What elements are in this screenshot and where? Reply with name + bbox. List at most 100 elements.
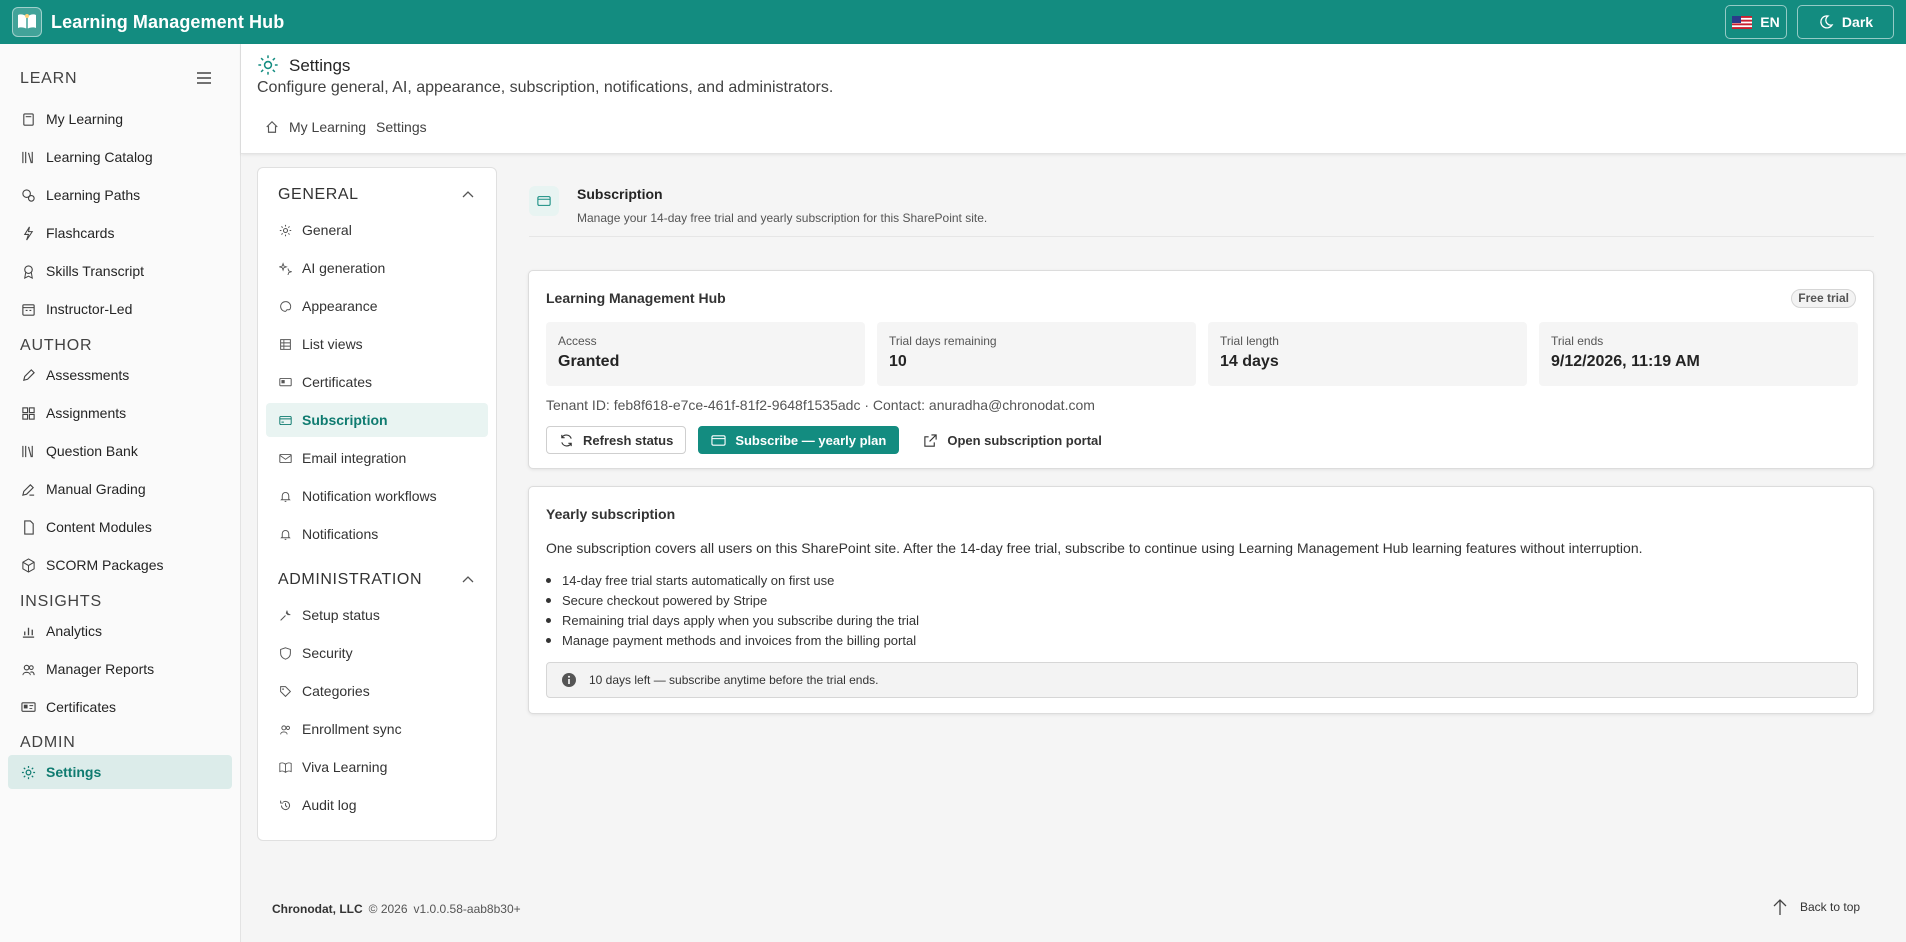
table-icon (280, 338, 291, 350)
path-icon (22, 188, 35, 202)
settings-item-general[interactable]: General (266, 213, 488, 247)
feature-list: 14-day free trial starts automatically o… (546, 570, 919, 650)
settings-item-security[interactable]: Security (266, 636, 488, 670)
footer-copyright: © 2026 (368, 902, 408, 916)
sidebar-item-certificates[interactable]: Certificates (8, 690, 232, 724)
settings-item-enrollment-sync[interactable]: Enrollment sync (266, 712, 488, 746)
page-title: Settings (289, 56, 351, 75)
credit-card-icon (711, 434, 726, 446)
app-title: Learning Management Hub (51, 11, 285, 32)
subscription-subtitle: Manage your 14-day free trial and yearly… (577, 211, 988, 225)
package-icon (22, 557, 35, 573)
document-icon (24, 519, 34, 535)
sidebar-item-learning-catalog[interactable]: Learning Catalog (8, 140, 232, 174)
app-logo-icon (12, 7, 42, 37)
stat-trial-days-remaining: Trial days remaining 10 (877, 322, 1196, 386)
list-item: 14-day free trial starts automatically o… (546, 570, 919, 590)
sidebar-item-analytics[interactable]: Analytics (8, 614, 232, 648)
subscribe-yearly-button[interactable]: Subscribe — yearly plan (698, 426, 900, 454)
sidebar-item-scorm-packages[interactable]: SCORM Packages (8, 548, 232, 582)
people-icon (22, 664, 35, 675)
subscription-header-icon (529, 186, 559, 216)
library-icon (22, 445, 33, 457)
gear-icon (258, 55, 278, 75)
footer: Chronodat, LLC © 2026 v1.0.0.58-aab8b30+ (272, 902, 521, 916)
credit-card-icon (279, 415, 292, 425)
settings-item-notifications[interactable]: Notifications (266, 517, 488, 551)
breadcrumb-my-learning[interactable]: My Learning (289, 119, 366, 135)
chevron-up-icon[interactable] (462, 190, 474, 198)
gear-icon (279, 224, 292, 236)
sidebar-item-manual-grading[interactable]: Manual Grading (8, 472, 232, 506)
settings-item-subscription[interactable]: Subscription (266, 403, 488, 437)
sidebar-item-assignments[interactable]: Assignments (8, 396, 232, 430)
open-subscription-portal-button[interactable]: Open subscription portal (911, 426, 1114, 454)
flash-icon (23, 226, 34, 240)
trial-info-message: 10 days left — subscribe anytime before … (546, 662, 1858, 698)
settings-item-viva-learning[interactable]: Viva Learning (266, 750, 488, 784)
hamburger-menu-icon[interactable] (196, 71, 212, 85)
book-icon (23, 112, 34, 126)
settings-item-setup-status[interactable]: Setup status (266, 598, 488, 632)
credit-card-icon (537, 196, 551, 206)
history-icon (280, 800, 291, 810)
wrench-icon (280, 609, 291, 621)
bell-icon (280, 491, 291, 502)
settings-item-ai-generation[interactable]: AI generation (266, 251, 488, 285)
administration-section-header[interactable]: ADMINISTRATION (278, 571, 422, 589)
page-subtitle: Configure general, AI, appearance, subsc… (257, 79, 834, 96)
subscription-title: Subscription (577, 186, 663, 202)
theme-label: Dark (1841, 14, 1874, 30)
settings-item-audit-log[interactable]: Audit log (266, 788, 488, 822)
list-item: Remaining trial days apply when you subs… (546, 610, 919, 630)
gear-icon (21, 765, 36, 779)
yearly-subscription-card: Yearly subscription One subscription cov… (528, 486, 1874, 714)
chevron-up-icon[interactable] (462, 575, 474, 583)
general-section-header[interactable]: GENERAL (278, 186, 359, 204)
stat-access: Access Granted (546, 322, 865, 386)
certificate-icon (279, 377, 292, 386)
language-label: EN (1760, 14, 1780, 30)
chart-icon (22, 627, 35, 638)
tenant-info: Tenant ID: feb8f618-e7ce-461f-81f2-9648f… (546, 397, 1095, 413)
open-book-icon (279, 761, 292, 773)
settings-item-categories[interactable]: Categories (266, 674, 488, 708)
home-icon[interactable] (265, 120, 279, 134)
settings-item-appearance[interactable]: Appearance (266, 289, 488, 323)
people-icon (280, 724, 291, 734)
library-icon (22, 151, 33, 163)
sidebar-item-my-learning[interactable]: My Learning (8, 102, 232, 136)
settings-item-list-views[interactable]: List views (266, 327, 488, 361)
mail-icon (279, 453, 292, 463)
ribbon-icon (24, 264, 33, 279)
shield-icon (280, 646, 291, 660)
sidebar-item-content-modules[interactable]: Content Modules (8, 510, 232, 544)
sidebar-item-skills-transcript[interactable]: Skills Transcript (8, 254, 232, 288)
external-link-icon (924, 433, 938, 447)
sidebar-item-manager-reports[interactable]: Manager Reports (8, 652, 232, 686)
footer-company: Chronodat, LLC (272, 902, 363, 916)
sidebar-item-question-bank[interactable]: Question Bank (8, 434, 232, 468)
grading-icon (22, 483, 35, 496)
sidebar-item-assessments[interactable]: Assessments (8, 358, 232, 392)
us-flag-icon (1732, 15, 1753, 29)
sidebar-item-settings[interactable]: Settings (8, 755, 232, 789)
settings-menu: GENERAL General AI generation Appearance… (257, 167, 497, 841)
calendar-icon (22, 303, 35, 316)
sidebar-item-instructor-led[interactable]: Instructor-Led (8, 292, 232, 326)
breadcrumb: My Learning Settings (265, 119, 427, 135)
settings-item-notification-workflows[interactable]: Notification workflows (266, 479, 488, 513)
refresh-status-button[interactable]: Refresh status (546, 426, 687, 454)
stat-trial-ends: Trial ends 9/12/2026, 11:19 AM (1539, 322, 1858, 386)
sidebar-section-author: AUTHOR (20, 337, 93, 354)
back-to-top-button[interactable]: Back to top (1772, 898, 1860, 916)
yearly-card-description: One subscription covers all users on thi… (546, 540, 1643, 556)
sidebar-item-flashcards[interactable]: Flashcards (8, 216, 232, 250)
subscription-actions: Refresh status Subscribe — yearly plan O… (546, 426, 1114, 454)
sidebar-item-learning-paths[interactable]: Learning Paths (8, 178, 232, 212)
settings-item-email-integration[interactable]: Email integration (266, 441, 488, 475)
settings-item-certificates[interactable]: Certificates (266, 365, 488, 399)
language-button[interactable]: EN (1725, 5, 1787, 39)
top-bar: Learning Management Hub EN Dark (0, 0, 1906, 44)
dark-mode-button[interactable]: Dark (1797, 5, 1894, 39)
